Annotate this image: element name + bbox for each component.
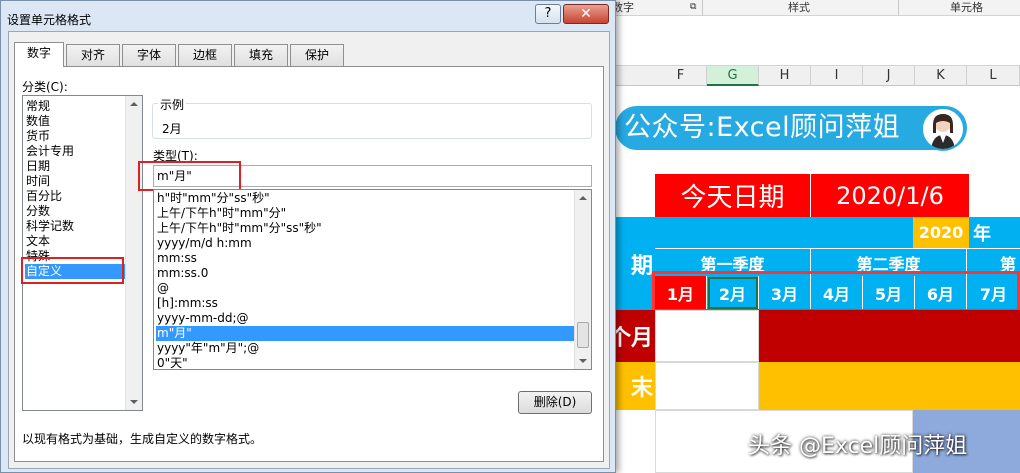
scroll-down-icon[interactable] — [130, 400, 138, 404]
banner-title: 公众号:Excel顾问萍姐 — [624, 112, 901, 143]
ribbon-separator — [898, 0, 899, 16]
tab-fill[interactable]: 填充 — [234, 44, 288, 66]
category-item[interactable]: 日期 — [25, 159, 50, 174]
format-item[interactable]: 上午/下午h"时"mm"分"ss"秒" — [156, 221, 322, 236]
format-item[interactable]: @ — [156, 281, 169, 296]
category-item[interactable]: 会计专用 — [25, 144, 74, 159]
scroll-up-icon[interactable] — [579, 196, 587, 200]
category-item[interactable]: 科学记数 — [25, 219, 74, 234]
year-unit-cell[interactable]: 年 — [969, 217, 1020, 248]
category-item[interactable]: 数值 — [25, 114, 50, 129]
category-item[interactable]: 文本 — [25, 234, 50, 249]
help-button[interactable]: ? — [535, 4, 561, 24]
row-label-end-partial[interactable]: 末 — [616, 362, 655, 410]
ribbon-group-cells[interactable]: 单元格 — [950, 0, 983, 16]
category-item[interactable]: 常规 — [25, 99, 50, 114]
format-item[interactable]: yyyy-mm-dd;@ — [156, 311, 249, 326]
today-value-cell[interactable]: 2020/1/6 — [811, 174, 969, 217]
format-item[interactable]: yyyy"年"m"月";@ — [156, 341, 259, 356]
tab-border[interactable]: 边框 — [178, 44, 232, 66]
ribbon-group-styles[interactable]: 样式 — [788, 0, 810, 16]
column-header-k[interactable]: K — [915, 66, 967, 86]
row-label-months-partial[interactable]: 个月 — [616, 310, 655, 362]
sample-label: 示例 — [158, 96, 187, 113]
tab-font[interactable]: 字体 — [122, 44, 176, 66]
progress-bar-orange[interactable] — [759, 362, 1020, 410]
category-item[interactable]: 货币 — [25, 129, 50, 144]
column-header-j[interactable]: J — [863, 66, 915, 86]
today-label-cell[interactable]: 今天日期 — [655, 174, 811, 217]
ribbon-separator — [702, 0, 703, 16]
column-header-g[interactable]: G — [707, 66, 759, 86]
watermark-text: 头条 @Excel顾问萍姐 — [748, 434, 968, 459]
format-scrollbar[interactable] — [574, 190, 591, 369]
sample-value: 2月 — [162, 122, 182, 136]
scroll-up-icon[interactable] — [130, 102, 138, 106]
format-listbox[interactable]: h"时"mm"分"ss"秒" 上午/下午h"时"mm"分" 上午/下午h"时"m… — [153, 189, 592, 370]
progress-bar-red[interactable] — [759, 310, 1020, 362]
format-item-selected[interactable]: m"月" — [156, 326, 574, 341]
tab-number[interactable]: 数字 — [14, 42, 64, 67]
format-item[interactable]: yyyy/m/d h:mm — [156, 236, 252, 251]
format-item[interactable]: mm:ss.0 — [156, 266, 208, 281]
close-button[interactable]: ✕ — [563, 4, 609, 24]
tab-alignment[interactable]: 对齐 — [66, 44, 120, 66]
format-scroll-thumb[interactable] — [577, 322, 589, 348]
number-dialog-launcher-icon[interactable]: ⧉ — [690, 0, 696, 16]
category-listbox[interactable]: 常规 数值 货币 会计专用 日期 时间 百分比 分数 科学记数 文本 特殊 自定… — [22, 95, 143, 411]
column-header-i[interactable]: I — [811, 66, 863, 86]
progress-cell-orange-blank[interactable] — [655, 362, 759, 410]
tab-protection[interactable]: 保护 — [290, 44, 344, 66]
column-header-f[interactable]: F — [655, 66, 707, 86]
column-header-h[interactable]: H — [759, 66, 811, 86]
category-label: 分类(C): — [22, 80, 68, 94]
dialog-title: 设置单元格格式 — [7, 13, 92, 27]
year-row-blank[interactable] — [655, 217, 913, 248]
period-label-partial[interactable]: 期 — [616, 217, 655, 310]
format-item[interactable]: [h]:mm:ss — [156, 296, 218, 311]
year-cell[interactable]: 2020 — [913, 217, 969, 248]
category-item[interactable]: 分数 — [25, 204, 50, 219]
avatar — [921, 107, 965, 151]
format-description: 以现有格式为基础，生成自定义的数字格式。 — [22, 432, 263, 446]
format-item[interactable]: 上午/下午h"时"mm"分" — [156, 206, 286, 221]
category-item[interactable]: 百分比 — [25, 189, 62, 204]
custom-category-highlight-box — [21, 257, 124, 284]
format-item[interactable]: h"时"mm"分"ss"秒" — [156, 191, 270, 206]
category-scrollbar[interactable] — [125, 96, 142, 410]
sample-groupbox — [152, 103, 592, 139]
delete-button[interactable]: 删除(D) — [518, 391, 592, 414]
scroll-down-icon[interactable] — [579, 359, 587, 363]
format-item[interactable]: mm:ss — [156, 251, 197, 266]
column-header-l[interactable]: L — [967, 66, 1020, 86]
month-row-highlight-box — [652, 271, 1020, 312]
category-item[interactable]: 时间 — [25, 174, 50, 189]
type-input-highlight-box — [138, 161, 241, 191]
progress-cell-filled-blank[interactable] — [655, 310, 759, 362]
format-item[interactable]: 0"天" — [156, 356, 188, 369]
